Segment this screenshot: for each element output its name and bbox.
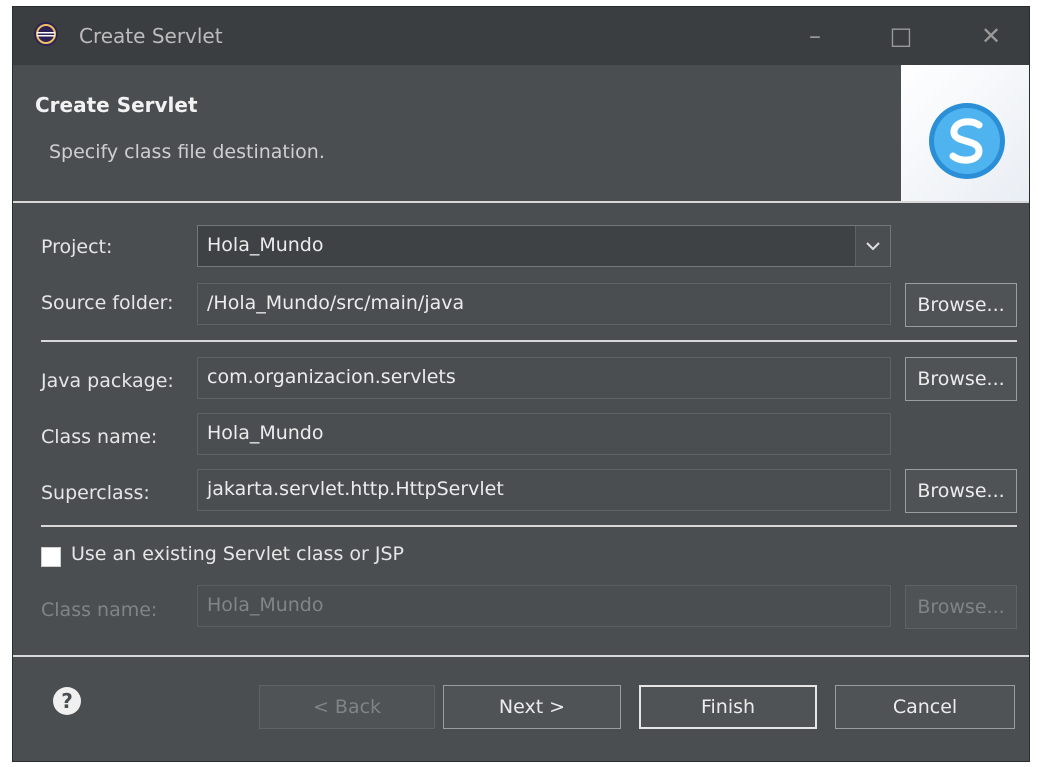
use-existing-checkbox[interactable] (41, 547, 61, 567)
header-title: Create Servlet (35, 93, 198, 117)
java-package-browse-button[interactable]: Browse... (905, 357, 1017, 401)
header-divider (13, 201, 1029, 203)
chevron-down-icon[interactable] (855, 226, 890, 266)
window-title: Create Servlet (79, 24, 223, 48)
source-folder-label: Source folder: (41, 292, 174, 314)
use-existing-label[interactable]: Use an existing Servlet class or JSP (71, 543, 404, 565)
project-combo[interactable]: Hola_Mundo (197, 225, 891, 267)
java-package-label: Java package: (41, 370, 174, 392)
footer-divider (13, 655, 1029, 657)
close-button[interactable]: ✕ (969, 19, 1013, 53)
cancel-button[interactable]: Cancel (835, 685, 1015, 729)
class-name-label: Class name: (41, 426, 158, 448)
header-description: Specify class file destination. (49, 141, 325, 163)
minimize-button[interactable]: – (793, 19, 837, 53)
superclass-browse-button[interactable]: Browse... (905, 469, 1017, 513)
title-bar: Create Servlet – □ ✕ (13, 7, 1029, 65)
project-label: Project: (41, 236, 113, 258)
section-divider-1 (41, 340, 1017, 342)
header-logo-panel (901, 65, 1029, 201)
help-icon[interactable]: ? (53, 687, 81, 715)
existing-class-browse-button: Browse... (905, 585, 1017, 629)
existing-class-name-label: Class name: (41, 599, 158, 621)
eclipse-app-icon (34, 22, 58, 46)
class-name-field[interactable]: Hola_Mundo (197, 413, 891, 455)
servlet-logo-icon (929, 103, 1005, 179)
java-package-field[interactable]: com.organizacion.servlets (197, 357, 891, 399)
finish-button[interactable]: Finish (639, 685, 817, 729)
next-button[interactable]: Next > (443, 685, 621, 729)
project-value: Hola_Mundo (207, 234, 324, 256)
section-divider-2 (41, 525, 1017, 527)
back-button: < Back (259, 685, 435, 729)
source-folder-field[interactable]: /Hola_Mundo/src/main/java (197, 283, 891, 325)
existing-class-name-field: Hola_Mundo (197, 585, 891, 627)
superclass-field[interactable]: jakarta.servlet.http.HttpServlet (197, 469, 891, 511)
superclass-label: Superclass: (41, 482, 150, 504)
maximize-button[interactable]: □ (879, 19, 923, 53)
wizard-header: Create Servlet Specify class file destin… (13, 65, 1029, 201)
create-servlet-dialog: Create Servlet – □ ✕ Create Servlet Spec… (12, 6, 1030, 762)
source-folder-browse-button[interactable]: Browse... (905, 283, 1017, 327)
